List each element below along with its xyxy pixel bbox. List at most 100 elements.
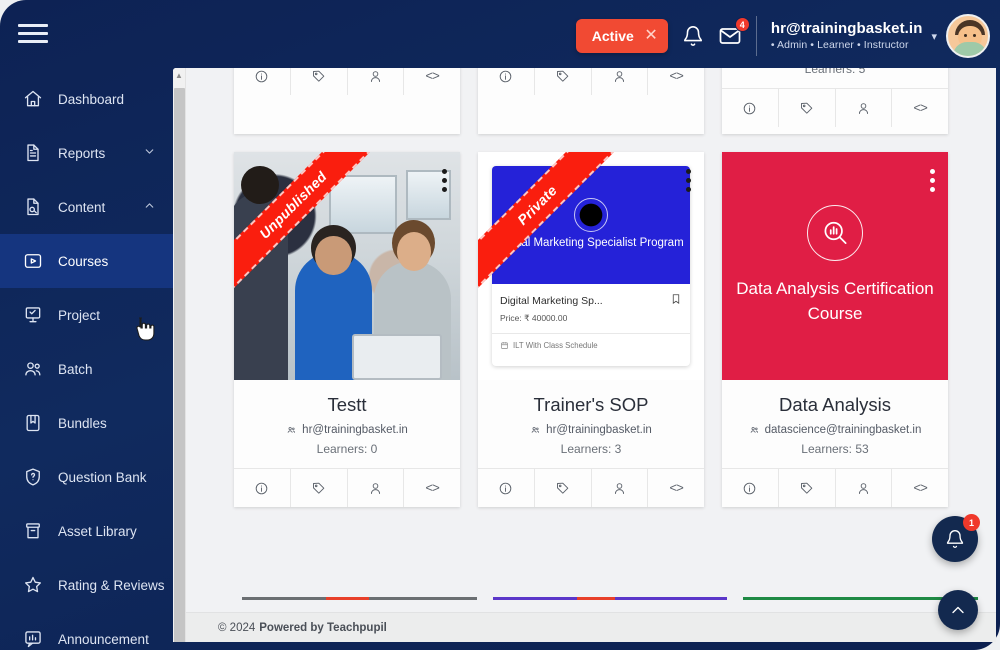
course-progress-bar [492, 597, 728, 600]
sidebar-item-content[interactable]: Content [0, 180, 173, 234]
card-price-tag-button[interactable] [535, 68, 592, 95]
sidebar-item-bundles[interactable]: Bundles [0, 396, 173, 450]
sidebar-item-question-bank[interactable]: Question Bank [0, 450, 173, 504]
card-price-tag-button[interactable] [779, 469, 836, 507]
card-thumbnail: Unpublished [234, 152, 460, 380]
info-icon [744, 482, 756, 494]
scroll-to-top-button[interactable] [938, 590, 978, 630]
sidebar-item-project[interactable]: Project [0, 288, 173, 342]
preview-banner-title: Digital Marketing Specialist Program [498, 237, 684, 250]
sidebar-item-label: Bundles [58, 415, 107, 431]
card-embed-code-button[interactable]: <> [892, 89, 948, 127]
chevron-down-icon[interactable]: ▾ [931, 30, 937, 43]
info-icon [256, 482, 268, 494]
target-icon [579, 203, 603, 227]
sidebar-item-rating-reviews[interactable]: Rating & Reviews [0, 558, 173, 612]
bundle-icon [26, 414, 40, 432]
user-icon [614, 482, 624, 494]
card-embed-code-button[interactable]: <> [404, 68, 460, 95]
card-action-bar: <> [478, 468, 704, 507]
close-icon[interactable]: ✕ [644, 28, 657, 44]
card-menu-button[interactable] [681, 166, 696, 195]
course-card[interactable]: Digital Marketing Specialist Program Digi… [478, 152, 704, 507]
card-menu-button[interactable] [925, 166, 940, 195]
chevron-up-icon[interactable] [143, 199, 159, 215]
floating-notification-button[interactable]: 1 [932, 514, 980, 562]
course-card-partial[interactable]: <> [234, 68, 460, 134]
card-info-button[interactable] [722, 469, 779, 507]
sidebar-item-asset-library[interactable]: Asset Library [0, 504, 173, 558]
card-learners-button[interactable] [592, 469, 649, 507]
card-learners-button[interactable] [836, 89, 893, 127]
progress-segment-accent [577, 597, 615, 600]
home-icon [22, 88, 44, 110]
preview-banner: Digital Marketing Specialist Program [492, 166, 690, 284]
card-embed-code-button[interactable]: <> [404, 469, 460, 507]
sidebar-item-announcement[interactable]: Announcement [0, 612, 173, 650]
card-price-tag-button[interactable] [779, 89, 836, 127]
course-card[interactable]: Unpublished Testt hr@trainingbasket.in Lear… [234, 152, 460, 507]
hamburger-icon[interactable] [18, 20, 48, 46]
report-icon [22, 142, 44, 164]
card-action-bar: <> [234, 468, 460, 507]
card-learners: Learners: 0 [316, 442, 378, 456]
card-info-button[interactable] [234, 68, 291, 95]
info-icon [500, 482, 512, 494]
progress-segment [368, 597, 477, 600]
home-icon [24, 90, 42, 107]
chevron-up-icon [952, 606, 964, 614]
hamburger-bar [18, 39, 48, 43]
avatar-body [953, 42, 987, 56]
card-info-button[interactable] [234, 469, 291, 507]
card-learners-button[interactable] [836, 469, 893, 507]
sidebar-item-courses[interactable]: Courses [0, 234, 173, 288]
card-price-tag-button[interactable] [535, 469, 592, 507]
sidebar-item-dashboard[interactable]: Dashboard [0, 72, 173, 126]
card-body: Testt hr@trainingbasket.in Learners: 0 [234, 380, 460, 468]
sidebar-item-batch[interactable]: Batch [0, 342, 173, 396]
course-progress-bar [242, 597, 477, 600]
archive-icon [26, 523, 40, 539]
notification-bell-button[interactable] [682, 25, 704, 47]
course-card-partial[interactable]: <> [478, 68, 704, 134]
card-info-button[interactable] [722, 89, 779, 127]
chevron-down-icon[interactable] [143, 145, 159, 161]
card-learners-button[interactable] [348, 469, 405, 507]
content-icon [22, 196, 44, 218]
hamburger-bar [18, 31, 48, 35]
card-info-button[interactable] [478, 469, 535, 507]
sidebar-item-label: Question Bank [58, 469, 147, 485]
scrollbar-thumb[interactable] [174, 88, 185, 642]
card-embed-code-button[interactable]: <> [648, 68, 704, 95]
sidebar-item-label: Reports [58, 145, 106, 161]
card-action-bar: <> [234, 68, 460, 95]
bookmark-icon[interactable] [670, 293, 682, 308]
avatar-eye [973, 34, 976, 37]
sidebar-item-label: Batch [58, 361, 93, 377]
card-info-button[interactable] [478, 68, 535, 95]
card-price-tag-button[interactable] [291, 68, 348, 95]
owner-icon [750, 426, 758, 433]
sidebar-item-reports[interactable]: Reports [0, 126, 173, 180]
course-banner-title: Data Analysis Certification Course [736, 279, 934, 323]
avatar[interactable] [946, 14, 990, 58]
user-icon [858, 482, 868, 494]
user-menu[interactable]: hr@trainingbasket.in • Admin • Learner •… [771, 14, 990, 58]
card-learners-button[interactable] [348, 68, 405, 95]
messages-button[interactable]: 4 [718, 17, 750, 48]
card-embed-code-button[interactable]: <> [892, 469, 948, 507]
card-learners-button[interactable] [592, 68, 649, 95]
course-card-partial[interactable]: datascience@trainingbasket.coLearners: 5… [722, 68, 948, 134]
star-icon [25, 576, 41, 593]
floating-bell-badge: 1 [963, 514, 980, 531]
card-owner: datascience@trainingbasket.in [732, 424, 938, 436]
bundle-icon [22, 412, 44, 434]
course-card[interactable]: Data Analysis Certification Course Data A… [722, 152, 948, 507]
vertical-scrollbar[interactable]: ▲ [173, 68, 186, 642]
active-status-button[interactable]: Active ✕ [575, 19, 668, 53]
card-price-tag-button[interactable] [291, 469, 348, 507]
inner-course-preview: Digital Marketing Specialist Program Digi… [492, 166, 690, 366]
card-menu-button[interactable] [437, 166, 452, 195]
report-icon [27, 144, 39, 162]
card-embed-code-button[interactable]: <> [648, 469, 704, 507]
